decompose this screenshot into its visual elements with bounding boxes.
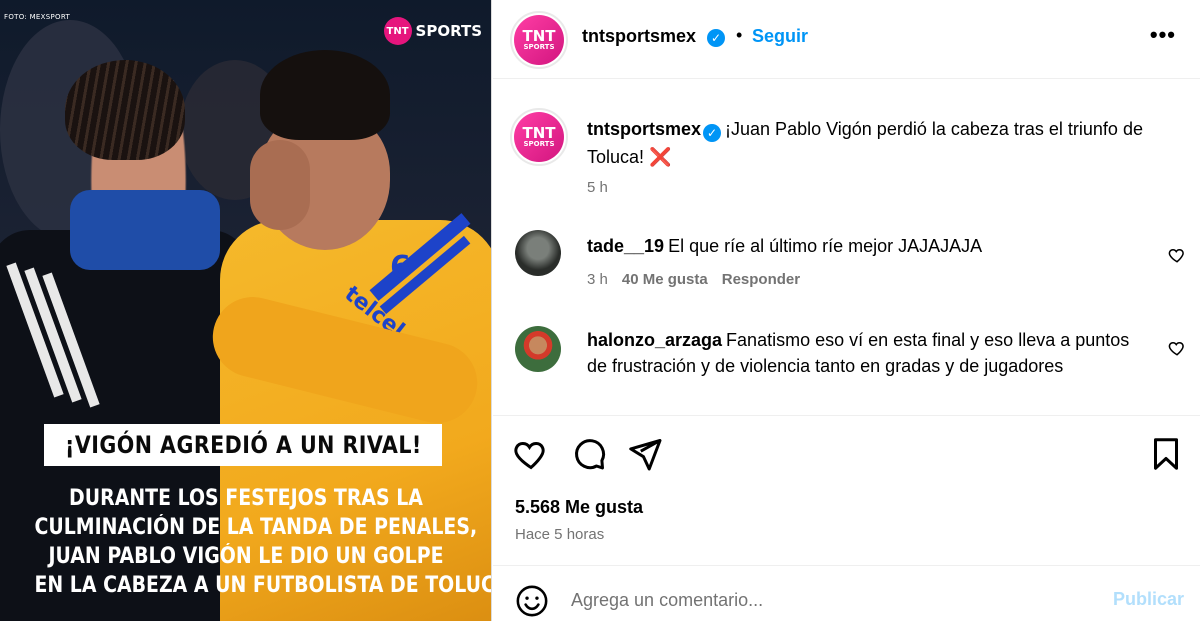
avatar-text: TNT <box>522 124 556 142</box>
avatar[interactable] <box>515 326 561 372</box>
emoji-smiley-icon[interactable] <box>515 584 549 618</box>
reply-button[interactable]: Responder <box>722 271 800 288</box>
comment-timestamp[interactable]: 3 h <box>587 271 608 288</box>
comment-like-heart-icon[interactable] <box>1168 339 1186 357</box>
comment-username[interactable]: tade__19 <box>587 236 664 256</box>
avatar-subtext: SPORTS <box>523 43 555 51</box>
avatar[interactable] <box>515 230 561 276</box>
tnt-sports-logo: TNT SPORTS <box>383 17 482 45</box>
tnt-logo-icon: TNT SPORTS <box>514 112 564 162</box>
share-send-icon[interactable] <box>627 436 663 472</box>
comment-like-heart-icon[interactable] <box>1168 246 1186 264</box>
post-timestamp[interactable]: Hace 5 horas <box>515 526 604 543</box>
caption-timestamp[interactable]: 5 h <box>587 179 608 196</box>
photo-credit: FOTO: MEXSPORT <box>4 13 71 21</box>
body-line: CULMINACIÓN DE LA TANDA DE PENALES, <box>34 515 478 540</box>
post-details-panel: TNT SPORTS tntsportsmex ✓ • Seguir ••• T… <box>493 0 1200 621</box>
caption-avatar[interactable]: TNT SPORTS <box>510 108 568 166</box>
post-caption: tntsportsmex ✓ ¡Juan Pablo Vigón perdió la… <box>587 115 1177 171</box>
shirt-number: 6 <box>390 250 411 285</box>
comment-meta: 3 h 40 Me gusta Responder <box>587 271 800 288</box>
tnt-logo-icon: TNT <box>383 17 412 45</box>
avatar[interactable]: TNT SPORTS <box>510 11 568 69</box>
hair-shape <box>260 50 390 140</box>
bookmark-icon[interactable] <box>1148 436 1184 472</box>
brand-text: SPORTS <box>415 22 482 40</box>
like-count[interactable]: 5.568 Me gusta <box>515 497 643 518</box>
headline-text: ¡VIGÓN AGREDIÓ A UN RIVAL! <box>64 431 422 459</box>
post-header: TNT SPORTS tntsportsmex ✓ • Seguir ••• <box>493 0 1200 79</box>
divider <box>491 0 492 621</box>
caption-username[interactable]: tntsportsmex <box>587 119 701 139</box>
body-line: DURANTE LOS FESTEJOS TRAS LA <box>69 486 423 511</box>
header-username[interactable]: tntsportsmex <box>582 26 696 47</box>
avatar-subtext: SPORTS <box>523 140 555 148</box>
follow-button[interactable]: Seguir <box>752 26 808 47</box>
collar-shape <box>70 190 220 270</box>
comment-bubble-icon[interactable] <box>571 436 607 472</box>
more-options-icon[interactable]: ••• <box>1150 22 1176 48</box>
tnt-logo-icon: TNT SPORTS <box>514 15 564 65</box>
add-comment-bar: Publicar <box>493 565 1200 621</box>
comment-text: El que ríe al último ríe mejor JAJAJAJA <box>668 236 983 256</box>
image-body-text: DURANTE LOS FESTEJOS TRAS LA CULMINACIÓN… <box>0 484 492 600</box>
headline-banner: ¡VIGÓN AGREDIÓ A UN RIVAL! <box>44 424 442 466</box>
cross-mark-icon: ❌ <box>649 147 672 167</box>
comment-input[interactable] <box>571 580 1091 620</box>
verified-badge-icon: ✓ <box>703 124 722 142</box>
post-actions: 5.568 Me gusta Hace 5 horas <box>493 415 1200 565</box>
comment-body: halonzo_arzaga Fanatismo eso ví en esta f… <box>587 327 1147 379</box>
comment-username[interactable]: halonzo_arzaga <box>587 330 722 350</box>
comment-body: tade__19 El que ríe al último ríe mejor J… <box>587 233 1147 259</box>
body-line: EN LA CABEZA A UN FUTBOLISTA DE TOLUCA. <box>34 573 492 598</box>
hand-on-face-shape <box>250 140 310 230</box>
body-line: JUAN PABLO VIGÓN LE DIO UN GOLPE <box>48 544 444 569</box>
publish-button[interactable]: Publicar <box>1113 589 1184 610</box>
hair-shape <box>65 60 185 160</box>
comment-likes[interactable]: 40 Me gusta <box>622 271 708 288</box>
like-heart-icon[interactable] <box>513 436 549 472</box>
verified-badge-icon: ✓ <box>707 29 725 47</box>
avatar-text: TNT <box>522 27 556 45</box>
post-image[interactable]: 6 telcel FOTO: MEXSPORT TNT SPORTS ¡VIGÓ… <box>0 0 492 621</box>
separator-dot: • <box>736 25 743 45</box>
